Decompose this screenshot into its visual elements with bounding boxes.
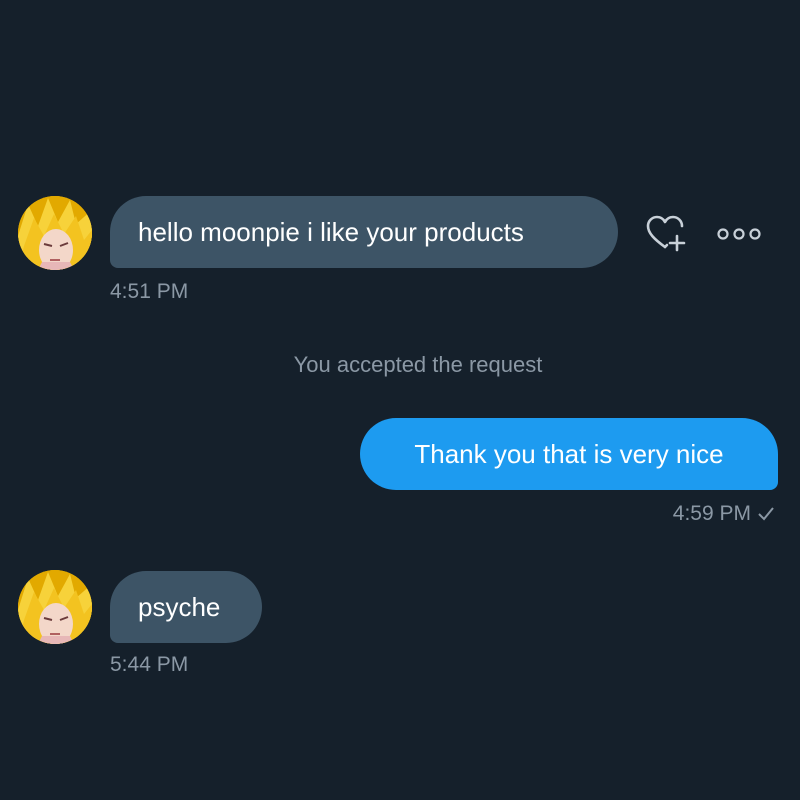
message-text: hello moonpie i like your products: [138, 217, 524, 247]
sender-avatar[interactable]: [18, 570, 92, 644]
system-note: You accepted the request: [293, 352, 543, 377]
message-bubble-incoming[interactable]: hello moonpie i like your products: [110, 196, 618, 268]
message-bubble-outgoing[interactable]: Thank you that is very nice: [360, 418, 778, 490]
message-timestamp: 4:59 PM: [672, 502, 751, 525]
message-text: Thank you that is very nice: [414, 439, 724, 469]
message-timestamp: 5:44 PM: [110, 653, 189, 676]
more-horizontal-icon[interactable]: [717, 226, 761, 242]
message-text: psyche: [138, 592, 221, 622]
sender-avatar[interactable]: [18, 196, 92, 270]
check-icon: [757, 504, 775, 528]
message-timestamp-row: 4:59 PM: [560, 502, 775, 528]
avatar-image: [18, 570, 92, 644]
heart-plus-icon[interactable]: [644, 214, 686, 254]
avatar-image: [18, 196, 92, 270]
message-timestamp: 4:51 PM: [110, 280, 189, 303]
dm-conversation: hello moonpie i like your products 4:51 …: [0, 0, 800, 800]
message-bubble-incoming[interactable]: psyche: [110, 571, 262, 643]
